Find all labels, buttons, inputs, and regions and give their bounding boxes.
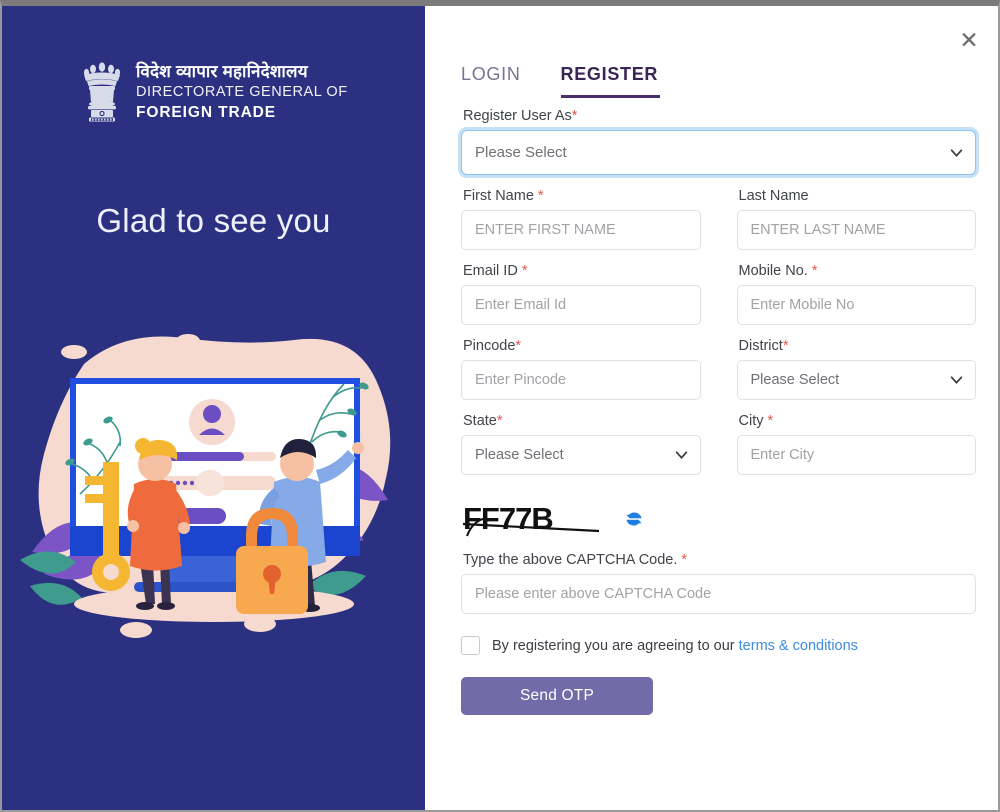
tab-register[interactable]: REGISTER [560, 64, 660, 98]
required-asterisk: * [496, 413, 503, 429]
last-name-group: Last Name [736, 175, 976, 250]
india-national-emblem-icon [83, 62, 121, 122]
auth-tabs: LOGIN REGISTER [461, 53, 976, 98]
brand-line-2: FOREIGN TRADE [136, 103, 277, 121]
email-input[interactable] [461, 285, 701, 325]
brand-line-1: DIRECTORATE GENERAL OF [136, 83, 348, 100]
register-user-as-select[interactable]: Please Select [461, 130, 976, 175]
district-value: Please Select [750, 372, 840, 388]
chevron-down-icon [950, 376, 963, 385]
district-group: District* Please Select [736, 325, 976, 400]
brand-text-block: विदेश व्यापार महानिदेशालय DIRECTORATE GE… [136, 58, 348, 123]
city-label: City * [738, 413, 774, 429]
email-group: Email ID * [461, 250, 701, 325]
registration-form-panel: ✕ LOGIN REGISTER Register User As* Pleas… [425, 6, 998, 810]
mobile-label: Mobile No. * [738, 263, 818, 279]
name-row: First Name * Last Name [461, 175, 976, 250]
pincode-district-row: Pincode* District* Please Select [461, 325, 976, 400]
last-name-input[interactable] [736, 210, 976, 250]
first-name-group: First Name * [461, 175, 701, 250]
state-label: State* [463, 413, 503, 429]
state-city-row: State* Please Select City * [461, 400, 976, 475]
captcha-input-label: Type the above CAPTCHA Code. * [463, 552, 688, 568]
state-value: Please Select [475, 447, 564, 463]
email-label: Email ID * [463, 263, 528, 279]
captcha-input[interactable] [461, 574, 976, 614]
pincode-input[interactable] [461, 360, 701, 400]
first-name-label: First Name * [463, 188, 544, 204]
register-user-as-value: Please Select [475, 144, 567, 161]
registration-dialog: विदेश व्यापार महानिदेशालय DIRECTORATE GE… [0, 0, 1000, 812]
form-area: LOGIN REGISTER Register User As* Please … [425, 6, 998, 715]
state-group: State* Please Select [461, 400, 701, 475]
required-asterisk: * [811, 263, 818, 279]
city-group: City * [736, 400, 976, 475]
svg-text:FF77B: FF77B [463, 501, 553, 536]
terms-static-text: By registering you are agreeing to our [492, 637, 739, 654]
required-asterisk: * [782, 338, 789, 354]
terms-and-conditions-link[interactable]: terms & conditions [739, 638, 858, 654]
register-user-as-label: Register User As* [463, 108, 578, 124]
secure-login-illustration [20, 334, 391, 638]
first-name-input[interactable] [461, 210, 701, 250]
chevron-down-icon [950, 148, 963, 157]
terms-checkbox[interactable] [461, 636, 480, 655]
terms-text: By registering you are agreeing to our t… [492, 638, 858, 654]
close-icon[interactable]: ✕ [954, 26, 984, 56]
send-otp-button[interactable]: Send OTP [461, 677, 653, 715]
state-select[interactable]: Please Select [461, 435, 701, 475]
required-asterisk: * [571, 108, 578, 124]
captcha-row: FF77B [461, 499, 976, 539]
required-asterisk: * [521, 263, 528, 279]
required-asterisk: * [537, 188, 544, 204]
required-asterisk: * [681, 552, 688, 568]
mobile-input[interactable] [736, 285, 976, 325]
required-asterisk: * [515, 338, 522, 354]
contact-row: Email ID * Mobile No. * [461, 250, 976, 325]
pincode-label: Pincode* [463, 338, 522, 354]
brand-hindi-title: विदेश व्यापार महानिदेशालय [136, 62, 308, 81]
branding-panel: विदेश व्यापार महानिदेशालय DIRECTORATE GE… [2, 6, 425, 810]
mobile-group: Mobile No. * [736, 250, 976, 325]
district-select[interactable]: Please Select [736, 360, 976, 400]
captcha-image: FF77B [462, 501, 600, 537]
tab-login[interactable]: LOGIN [461, 64, 521, 95]
chevron-down-icon [675, 451, 687, 460]
brand-header: विदेश व्यापार महानिदेशालय DIRECTORATE GE… [2, 6, 425, 124]
terms-row: By registering you are agreeing to our t… [461, 636, 976, 655]
pincode-group: Pincode* [461, 325, 701, 400]
refresh-icon[interactable] [623, 508, 645, 530]
city-input[interactable] [736, 435, 976, 475]
required-asterisk: * [767, 413, 774, 429]
welcome-heading: Glad to see you [96, 202, 331, 239]
district-label: District* [738, 338, 789, 354]
last-name-label: Last Name [738, 188, 809, 204]
